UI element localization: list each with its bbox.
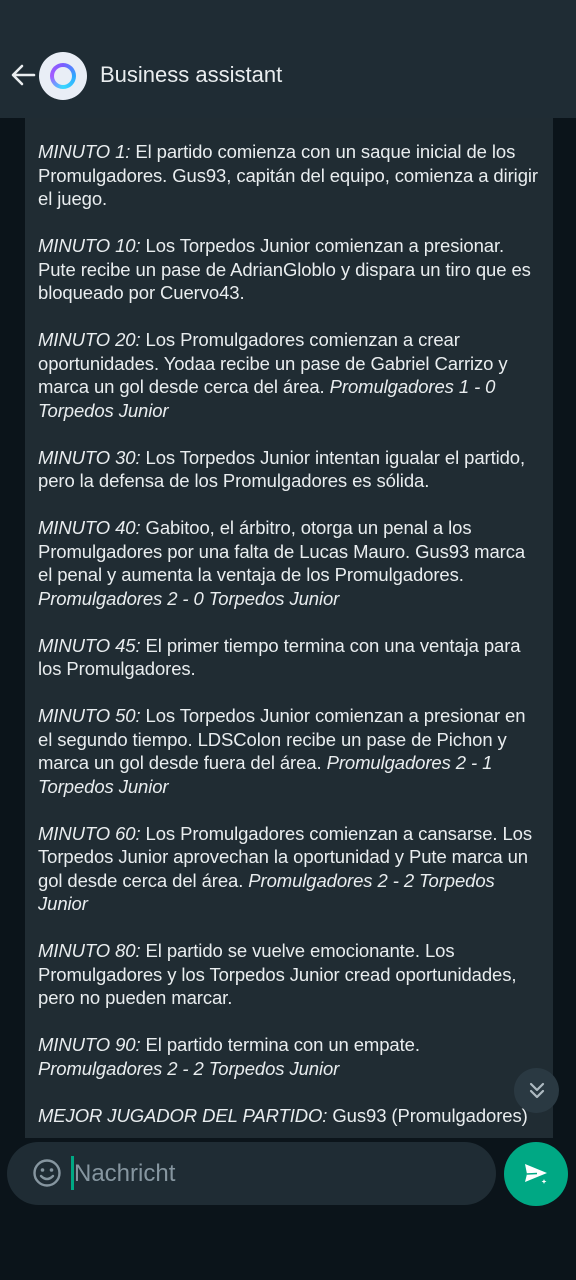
avatar[interactable]	[39, 52, 87, 100]
message-paragraph: MINUTO 1: El partido comienza con un saq…	[38, 140, 539, 211]
chat-title[interactable]: Business assistant	[100, 62, 282, 88]
send-icon	[525, 1164, 549, 1187]
emoji-icon[interactable]	[31, 1157, 63, 1189]
message-paragraph: MINUTO 50: Los Torpedos Junior comienzan…	[38, 704, 539, 798]
minute-label: MINUTO 50:	[38, 705, 141, 726]
message-bubble[interactable]: MINUTO 1: El partido comienza con un saq…	[25, 118, 553, 1138]
minute-label: MEJOR JUGADOR DEL PARTIDO:	[38, 1104, 328, 1126]
message-body: MINUTO 1: El partido comienza con un saq…	[38, 140, 539, 1127]
minute-label: MINUTO 45:	[38, 634, 141, 656]
message-input[interactable]: Nachricht	[74, 1160, 175, 1188]
minute-label: MINUTO 90:	[38, 1034, 141, 1055]
assistant-logo-icon	[50, 63, 76, 89]
score-text: Promulgadores 2 - 2 Torpedos Junior	[38, 1057, 340, 1079]
minute-label: MINUTO 60:	[38, 822, 141, 844]
minute-label: MINUTO 80:	[38, 940, 141, 961]
message-paragraph: MINUTO 10: Los Torpedos Junior comienzan…	[38, 234, 539, 305]
message-paragraph: MINUTO 60: Los Promulgadores comienzan a…	[38, 822, 539, 916]
paragraph-text: Gus93 (Promulgadores)	[327, 1104, 528, 1126]
paragraph-text: El partido termina con un empate.	[140, 1034, 420, 1055]
message-paragraph: MINUTO 45: El primer tiempo termina con …	[38, 634, 539, 681]
message-paragraph: MINUTO 20: Los Promulgadores comienzan a…	[38, 328, 539, 422]
message-paragraph: MINUTO 90: El partido termina con un emp…	[38, 1033, 539, 1080]
minute-label: MINUTO 10:	[38, 235, 141, 256]
minute-label: MINUTO 30:	[38, 446, 141, 468]
minute-label: MINUTO 1:	[38, 141, 131, 162]
message-paragraph: MINUTO 80: El partido se vuelve emociona…	[38, 939, 539, 1010]
chat-header: Business assistant	[0, 0, 576, 118]
message-paragraph: MINUTO 30: Los Torpedos Junior intentan …	[38, 446, 539, 493]
message-paragraph: MEJOR JUGADOR DEL PARTIDO: Gus93 (Promul…	[38, 1104, 539, 1128]
double-chevron-down-icon	[529, 1082, 544, 1098]
back-arrow-icon[interactable]	[8, 60, 38, 90]
message-composer[interactable]: Nachricht	[7, 1142, 496, 1205]
message-list[interactable]: MINUTO 1: El partido comienza con un saq…	[0, 118, 576, 1140]
message-paragraph: MINUTO 40: Gabitoo, el árbitro, otorga u…	[38, 516, 539, 610]
score-text: Promulgadores 2 - 0 Torpedos Junior	[38, 587, 340, 609]
scroll-to-bottom-button[interactable]	[514, 1068, 559, 1113]
minute-label: MINUTO 40:	[38, 517, 141, 538]
send-button[interactable]	[504, 1142, 568, 1206]
minute-label: MINUTO 20:	[38, 329, 141, 350]
